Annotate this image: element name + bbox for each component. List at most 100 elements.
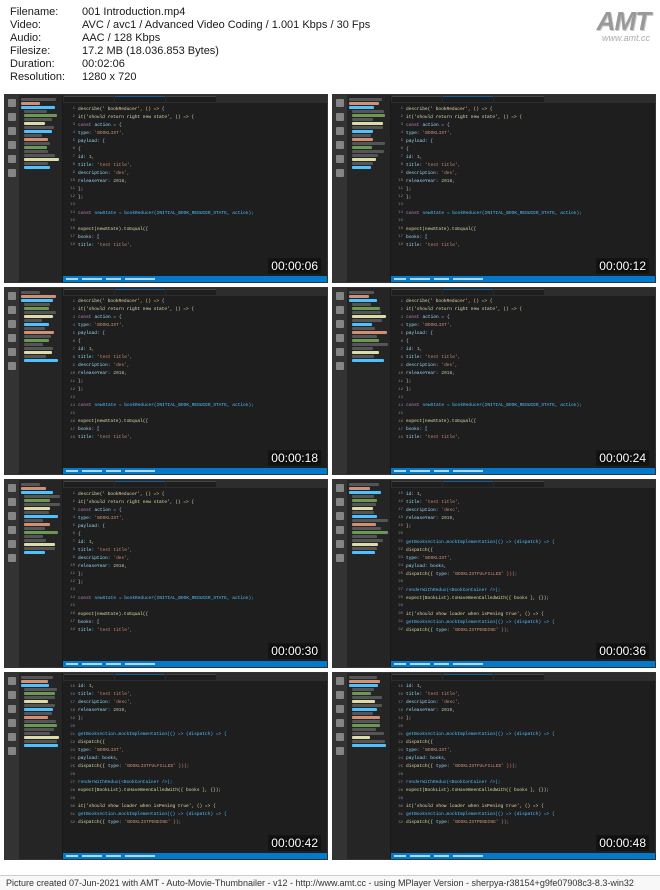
code-token: getBooksAction.mockImplementation(() => … bbox=[78, 732, 227, 737]
line-number: 27 bbox=[395, 781, 403, 785]
code-token: description: bbox=[406, 508, 438, 513]
explorer-item bbox=[24, 114, 57, 117]
meta-audio: Audio: AAC / 128 Kbps bbox=[10, 32, 650, 44]
code-token: const bbox=[406, 211, 420, 216]
code-line: 16 title: 'test title', bbox=[395, 691, 651, 699]
explorer-item bbox=[24, 158, 59, 161]
activity-icon bbox=[336, 498, 344, 506]
line-number: 31 bbox=[67, 813, 75, 817]
code-token: 1, bbox=[417, 492, 422, 497]
activity-icon bbox=[8, 113, 16, 121]
code-token: payload: { bbox=[78, 524, 105, 529]
code-token: const bbox=[78, 211, 92, 216]
code-token: title: bbox=[406, 163, 422, 168]
file-explorer bbox=[347, 480, 390, 667]
code-line: 12 }; bbox=[395, 193, 651, 201]
explorer-item bbox=[24, 527, 45, 530]
code-token: 1, bbox=[89, 540, 94, 545]
code-token: title: bbox=[78, 692, 94, 697]
code-editor: 1describe(' bookReducer', () => {2 it('s… bbox=[391, 296, 655, 469]
line-number: 29 bbox=[395, 604, 403, 608]
code-line: 3 const action = { bbox=[67, 314, 323, 322]
explorer-item bbox=[352, 704, 382, 707]
code-token: it('should return right new state', () =… bbox=[406, 307, 522, 312]
code-token: type: bbox=[108, 820, 122, 825]
code-token: newState = bookReducer(INITIAL_BOOK_REDU… bbox=[95, 211, 254, 216]
thumbnail-timestamp: 00:00:42 bbox=[268, 835, 321, 851]
code-token: }; bbox=[78, 379, 83, 384]
code-token: 2018, bbox=[113, 371, 127, 376]
file-explorer bbox=[347, 95, 390, 282]
code-token: const bbox=[78, 315, 92, 320]
line-number: 14 bbox=[67, 404, 75, 408]
line-number: 11 bbox=[67, 572, 75, 576]
code-line: 20 bbox=[395, 530, 651, 538]
code-token: 'test title', bbox=[425, 355, 460, 360]
line-number: 16 bbox=[395, 227, 403, 231]
editor-main: 1describe(' bookReducer', () => {2 it('s… bbox=[391, 288, 655, 475]
activity-icon bbox=[336, 526, 344, 534]
explorer-item bbox=[352, 515, 377, 518]
explorer-item bbox=[349, 102, 379, 105]
code-line: 29 bbox=[395, 795, 651, 803]
line-number: 2 bbox=[395, 308, 403, 312]
code-line: 14 const newState = bookReducer(INITIAL_… bbox=[67, 402, 323, 410]
code-line: 32 dispatch({ type: 'BOOKLISTPENDING' })… bbox=[67, 819, 323, 827]
code-line: 2 it('should return right new state', ()… bbox=[67, 306, 323, 314]
line-number: 1 bbox=[67, 492, 75, 496]
code-token: id: bbox=[78, 347, 86, 352]
thumbnail-timestamp: 00:00:18 bbox=[268, 450, 321, 466]
editor-sidebar bbox=[333, 673, 391, 860]
line-number: 15 bbox=[67, 219, 75, 223]
line-number: 5 bbox=[67, 332, 75, 336]
code-line: 10 releaseYear: 2018, bbox=[67, 177, 323, 185]
code-line: 2 it('should return right new state', ()… bbox=[395, 306, 651, 314]
code-token: payload: books, bbox=[78, 756, 119, 761]
code-line: 6 { bbox=[395, 145, 651, 153]
explorer-item bbox=[352, 495, 374, 498]
activity-icon bbox=[8, 526, 16, 534]
line-number: 25 bbox=[67, 765, 75, 769]
explorer-item bbox=[24, 323, 49, 326]
code-line: 4 type: 'BOOKLIST', bbox=[395, 129, 651, 137]
editor-tab bbox=[64, 96, 114, 102]
line-number: 14 bbox=[67, 211, 75, 215]
line-number: 13 bbox=[395, 396, 403, 400]
code-token: 1, bbox=[89, 155, 94, 160]
explorer-item bbox=[352, 303, 371, 306]
code-line: 7 id: 1, bbox=[395, 153, 651, 161]
code-token: 2018, bbox=[113, 179, 127, 184]
editor-tab bbox=[443, 674, 493, 680]
line-number: 3 bbox=[395, 316, 403, 320]
code-line: 16 expect(newState).toEqual({ bbox=[395, 225, 651, 233]
code-token: 'BOOKLIST', bbox=[95, 323, 125, 328]
code-line: 13 bbox=[395, 394, 651, 402]
activity-icon bbox=[336, 512, 344, 520]
explorer-item bbox=[21, 491, 53, 494]
status-item bbox=[82, 855, 102, 857]
explorer-item bbox=[349, 291, 374, 294]
code-line: 27 renderWithRedux(<BookContainer />); bbox=[395, 586, 651, 594]
code-line: 22 dispatch({ bbox=[67, 739, 323, 747]
code-line: 10 releaseYear: 2018, bbox=[67, 370, 323, 378]
code-token: it('should return right new state', () =… bbox=[78, 500, 194, 505]
code-line: 17 books: [ bbox=[67, 233, 323, 241]
explorer-item bbox=[352, 134, 371, 137]
code-line: 23 type: 'BOOKLIST', bbox=[395, 554, 651, 562]
code-line: 9 description: 'des', bbox=[67, 169, 323, 177]
code-token: const bbox=[78, 596, 92, 601]
explorer-item bbox=[21, 684, 49, 687]
status-item bbox=[410, 278, 430, 280]
explorer-item bbox=[352, 311, 381, 314]
line-number: 18 bbox=[395, 243, 403, 247]
editor-tab bbox=[392, 289, 442, 295]
thumbnail-timestamp: 00:00:24 bbox=[596, 450, 649, 466]
status-bar bbox=[63, 853, 327, 859]
file-explorer bbox=[19, 673, 62, 860]
line-number: 9 bbox=[67, 556, 75, 560]
line-number: 13 bbox=[67, 396, 75, 400]
code-token: }; bbox=[78, 387, 83, 392]
line-number: 7 bbox=[395, 155, 403, 159]
code-line: 16 expect(newState).toEqual({ bbox=[395, 418, 651, 426]
code-line: 7 id: 1, bbox=[395, 346, 651, 354]
